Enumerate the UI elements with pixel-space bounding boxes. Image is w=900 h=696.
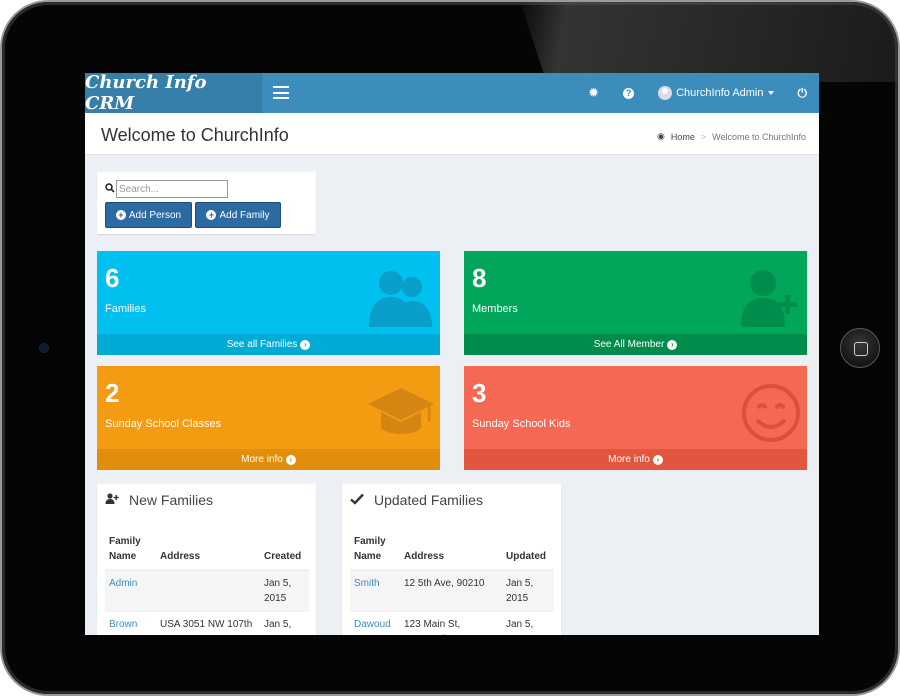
plus-circle-icon: + — [115, 210, 126, 220]
page-title: Welcome to ChurchInfo — [101, 125, 289, 145]
app-screen: Church Info CRM ✹ ? ChurchInfo Admin ⏻ W… — [85, 73, 819, 635]
table-row: Smith 12 5th Ave, 90210 Jan 5, 2015 — [350, 569, 554, 612]
add-person-button[interactable]: + Add Person — [105, 202, 192, 228]
settings-button[interactable]: ✹ — [576, 73, 611, 113]
column-header[interactable]: Family Name — [350, 530, 400, 571]
sunday-school-classes-box: 2 Sunday School Classes More info › — [97, 366, 440, 470]
column-header[interactable]: Created — [260, 530, 309, 571]
breadcrumb-home[interactable]: Home — [671, 132, 695, 142]
families-count: 6 — [105, 263, 120, 293]
table-row: Dawoud 123 Main St, Sunnyvale, 90074 Jan… — [350, 611, 554, 635]
user-plus-icon — [105, 492, 119, 508]
help-icon: ? — [623, 87, 635, 99]
hamburger-menu-icon[interactable] — [273, 86, 289, 99]
classes-more-info-label: More info — [241, 454, 283, 465]
members-count: 8 — [472, 263, 487, 293]
column-header[interactable]: Address — [400, 530, 502, 571]
home-button-icon[interactable] — [840, 328, 880, 368]
breadcrumb-separator: > — [700, 131, 707, 142]
add-family-label: Add Family — [219, 209, 270, 221]
table-row: Brown USA 3051 NW 107th Ave, 33172 Jan 5… — [105, 611, 309, 635]
see-all-families-label: See all Families — [226, 339, 298, 350]
search-input[interactable] — [116, 180, 228, 198]
classes-more-info-link[interactable]: More info › — [97, 449, 440, 470]
column-header[interactable]: Updated — [502, 530, 554, 571]
gear-icon: ✹ — [588, 85, 600, 100]
families-stat-box: 6 Families See all Families › — [97, 251, 440, 355]
plus-circle-icon: + — [206, 210, 217, 220]
add-person-label: Add Person — [128, 209, 182, 221]
updated-families-table: Family Name Address Updated Smith 12 5th… — [350, 530, 554, 635]
family-date: Jan 5, 2015 — [502, 611, 554, 635]
users-icon — [369, 271, 432, 327]
family-link[interactable]: Brown — [109, 619, 137, 630]
navbar-right: ✹ ? ChurchInfo Admin ⏻ — [576, 73, 819, 113]
new-families-title: New Families — [129, 492, 214, 508]
avatar — [658, 86, 673, 100]
family-link[interactable]: Admin — [109, 578, 137, 589]
arrow-circle-right-icon: › — [652, 454, 663, 465]
user-menu[interactable]: ChurchInfo Admin — [646, 73, 785, 113]
table-row: Admin Jan 5, 2015 — [105, 569, 309, 612]
user-name: ChurchInfo Admin — [676, 87, 764, 99]
family-date: Jan 5, 2015 — [502, 569, 554, 612]
power-icon: ⏻ — [797, 85, 808, 100]
family-address: 123 Main St, Sunnyvale, 90074 — [400, 611, 502, 635]
new-families-panel: New Families Family Name Address Created… — [97, 482, 316, 635]
new-families-header: New Families — [105, 492, 213, 508]
column-header[interactable]: Family Name — [105, 530, 156, 571]
camera-icon — [40, 344, 48, 352]
brand-logo[interactable]: Church Info CRM — [85, 73, 262, 114]
top-navbar: Church Info CRM ✹ ? ChurchInfo Admin ⏻ — [85, 73, 819, 114]
arrow-circle-right-icon: › — [667, 339, 678, 350]
updated-families-title: Updated Families — [374, 492, 483, 508]
classes-count: 2 — [105, 378, 120, 408]
caret-down-icon — [767, 91, 774, 95]
graduation-cap-icon — [368, 388, 434, 434]
see-all-families-link[interactable]: See all Families › — [97, 334, 440, 355]
see-all-members-link[interactable]: See All Member › — [464, 334, 807, 355]
checkmark-icon — [350, 493, 364, 508]
updated-families-header: Updated Families — [350, 492, 483, 508]
new-families-table: Family Name Address Created Admin Jan 5,… — [105, 530, 309, 635]
family-address: 12 5th Ave, 90210 — [400, 569, 502, 612]
members-label: Members — [472, 303, 518, 315]
see-all-members-label: See All Member — [593, 339, 665, 350]
breadcrumb-current: Welcome to ChurchInfo — [712, 131, 806, 142]
family-date: Jan 5, 2015 — [260, 611, 309, 635]
updated-families-panel: Updated Families Family Name Address Upd… — [342, 482, 561, 635]
search-icon — [105, 182, 115, 196]
screen-glare — [517, 2, 898, 82]
tablet-frame: Church Info CRM ✹ ? ChurchInfo Admin ⏻ W… — [2, 2, 898, 694]
family-address — [156, 569, 260, 612]
smile-icon — [742, 384, 800, 442]
logout-button[interactable]: ⏻ — [786, 73, 820, 113]
family-link[interactable]: Dawoud — [354, 619, 391, 630]
kids-count: 3 — [472, 378, 487, 408]
arrow-circle-right-icon: › — [285, 454, 296, 465]
kids-more-info-label: More info — [608, 454, 650, 465]
add-family-button[interactable]: + Add Family — [195, 202, 281, 228]
dashboard-icon: ◉ — [656, 131, 665, 141]
kids-more-info-link[interactable]: More info › — [464, 449, 807, 470]
user-plus-icon — [741, 270, 797, 327]
help-button[interactable]: ? — [611, 73, 646, 113]
families-label: Families — [105, 303, 146, 315]
quick-actions-box: + Add Person + Add Family — [97, 170, 316, 234]
breadcrumb: ◉ Home > Welcome to ChurchInfo — [657, 131, 806, 142]
column-header[interactable]: Address — [156, 530, 260, 571]
classes-label: Sunday School Classes — [105, 418, 222, 430]
kids-label: Sunday School Kids — [472, 418, 571, 430]
family-link[interactable]: Smith — [354, 578, 380, 589]
family-date: Jan 5, 2015 — [260, 569, 309, 612]
content-header: Welcome to ChurchInfo ◉ Home > Welcome t… — [85, 113, 819, 155]
family-address: USA 3051 NW 107th Ave, 33172 — [156, 611, 260, 635]
members-stat-box: 8 Members See All Member › — [464, 251, 807, 355]
sunday-school-kids-box: 3 Sunday School Kids More info › — [464, 366, 807, 470]
arrow-circle-right-icon: › — [300, 339, 311, 350]
